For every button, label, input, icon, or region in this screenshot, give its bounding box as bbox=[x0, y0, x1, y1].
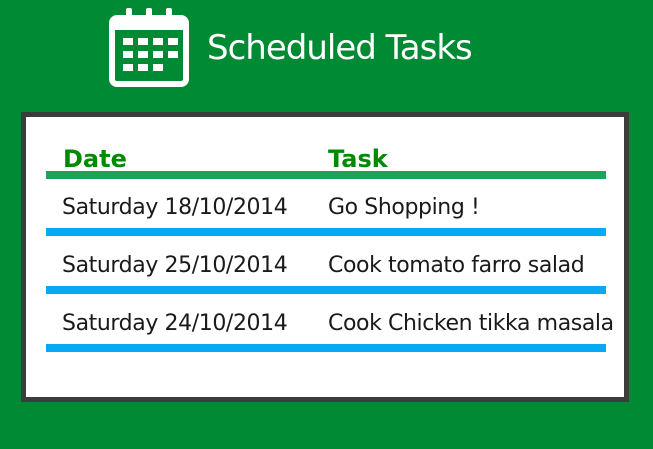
column-header-date: Date bbox=[63, 145, 127, 173]
page-title: Scheduled Tasks bbox=[207, 28, 473, 68]
calendar-icon bbox=[109, 8, 189, 87]
header-divider bbox=[46, 171, 606, 179]
tasks-panel: Date Task Saturday 18/10/2014 Go Shoppin… bbox=[21, 112, 629, 402]
column-header-task: Task bbox=[328, 145, 388, 173]
row-divider bbox=[46, 344, 606, 352]
row-divider bbox=[46, 228, 606, 236]
row-divider bbox=[46, 286, 606, 294]
